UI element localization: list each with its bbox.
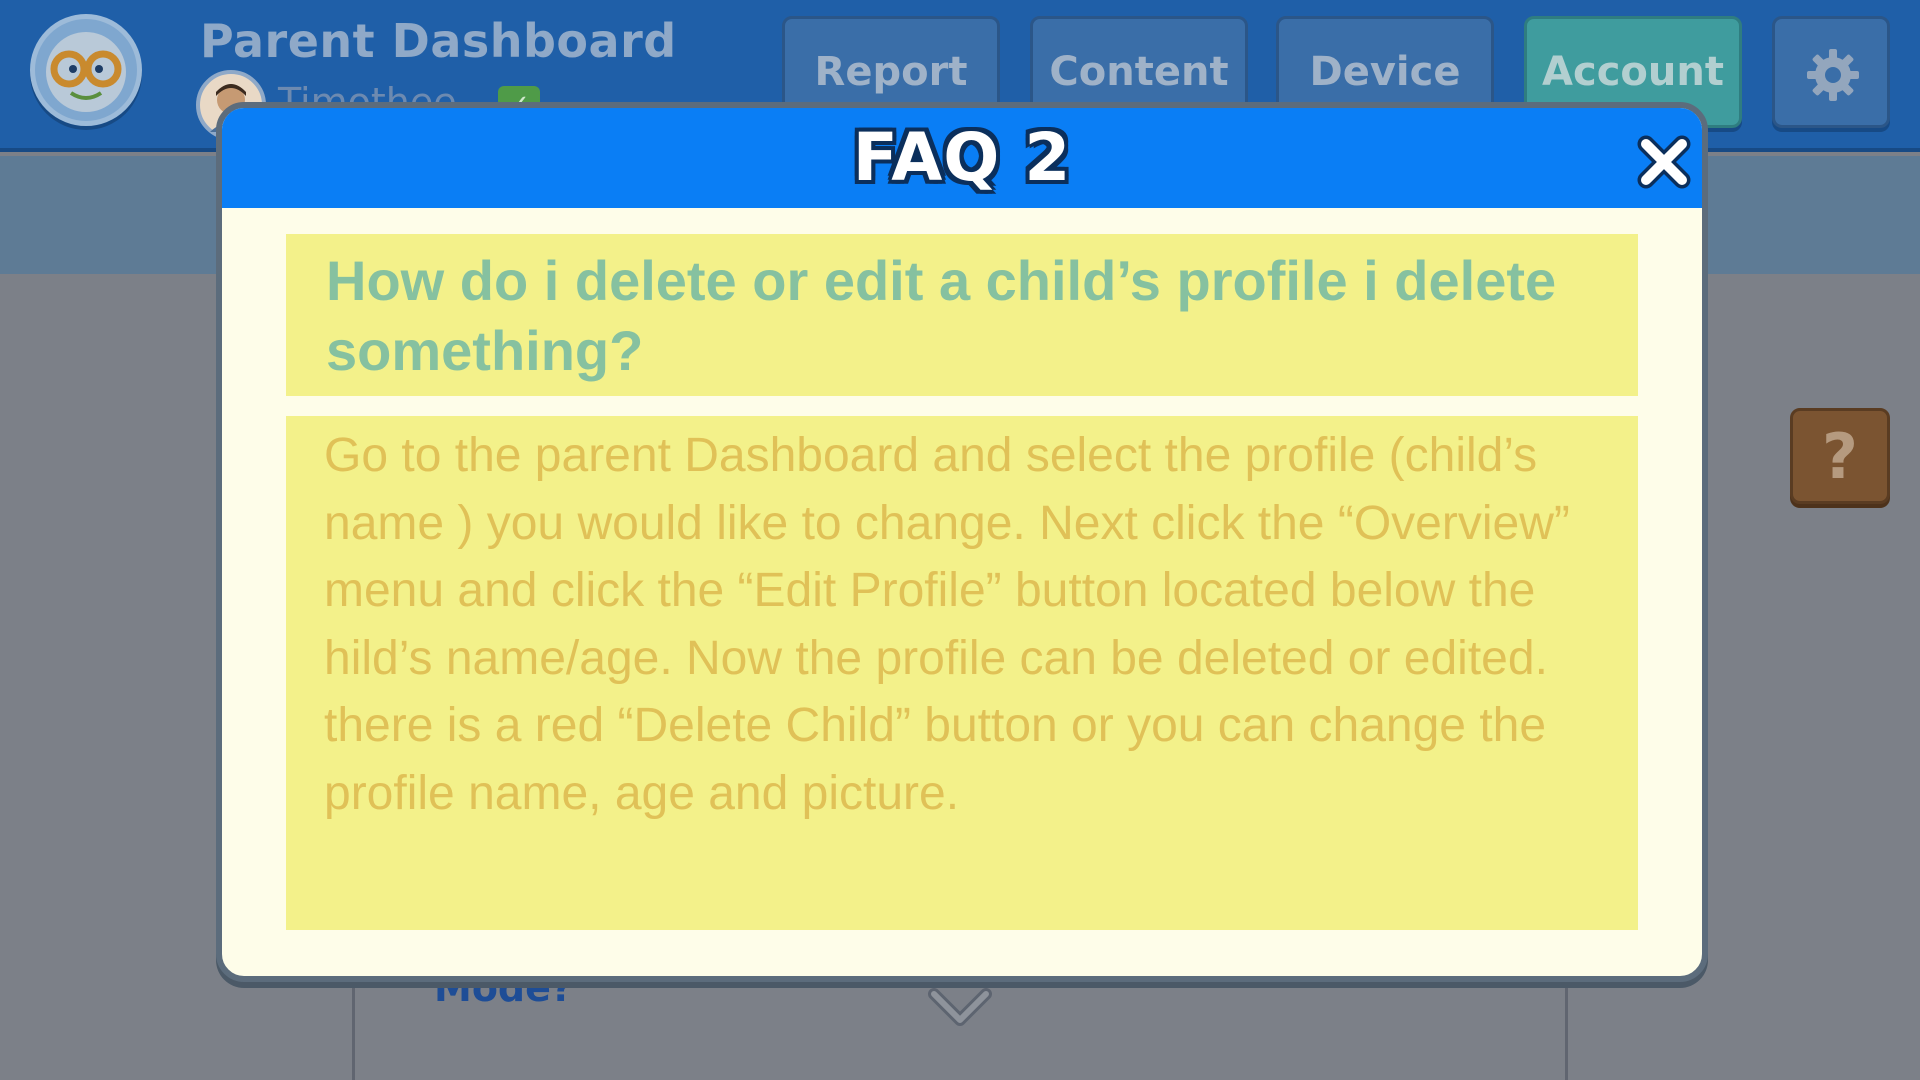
help-icon: ? [1822, 420, 1858, 493]
faq-question: How do i delete or edit a child’s profil… [326, 249, 1557, 382]
app-title: Parent Dashboard [200, 14, 677, 68]
question-box: How do i delete or edit a child’s profil… [286, 234, 1638, 396]
chevron-down-icon[interactable] [926, 986, 994, 1030]
close-button[interactable] [1636, 134, 1692, 190]
settings-button[interactable] [1772, 16, 1890, 128]
faq-modal: FAQ 2 How do i delete or edit a child’s … [216, 102, 1708, 982]
app-logo-icon [30, 14, 142, 126]
help-button[interactable]: ? [1790, 408, 1890, 504]
close-icon [1637, 135, 1691, 189]
modal-title: FAQ 2 [852, 119, 1072, 196]
answer-box: Go to the parent Dashboard and select th… [286, 416, 1638, 930]
faq-answer: Go to the parent Dashboard and select th… [324, 429, 1570, 820]
gear-icon [1807, 49, 1859, 101]
